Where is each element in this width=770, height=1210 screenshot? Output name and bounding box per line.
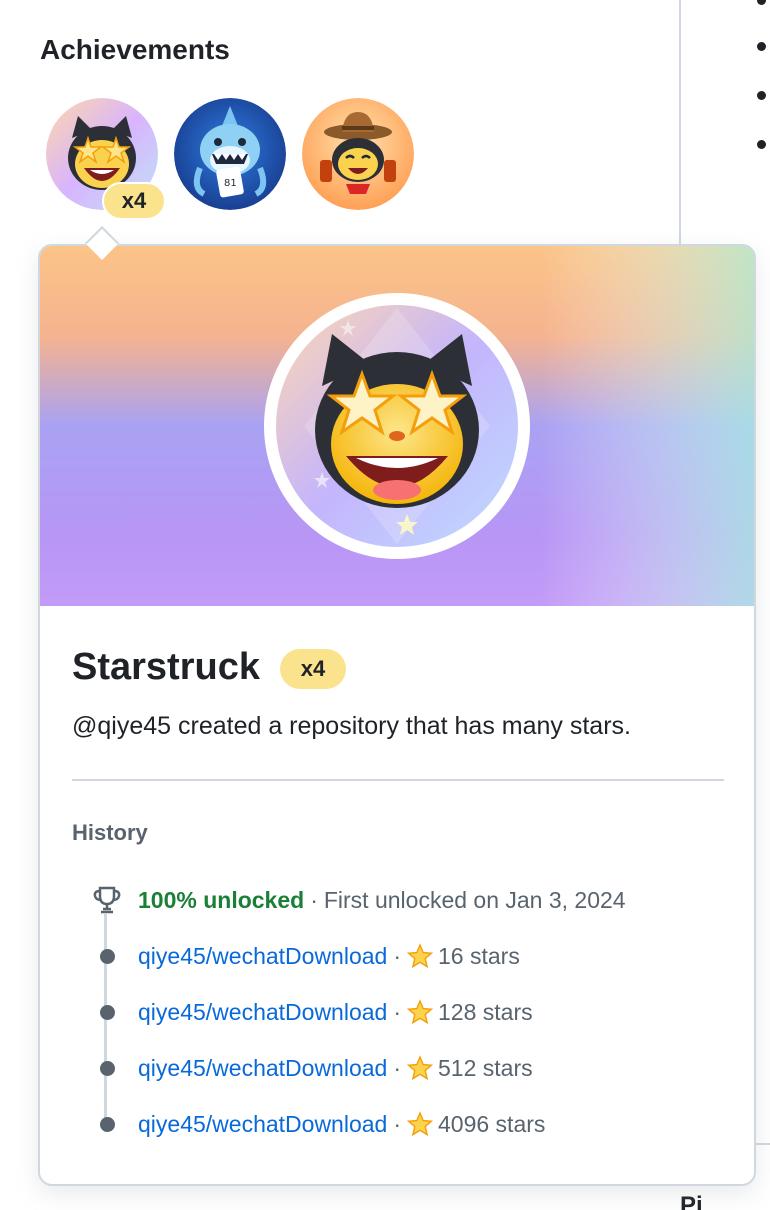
divider bbox=[72, 779, 724, 781]
bullet bbox=[757, 91, 766, 100]
achievement-badge-cowboy[interactable] bbox=[302, 98, 414, 210]
repo-link[interactable]: qiye45/wechatDownload bbox=[138, 1055, 387, 1082]
bullet bbox=[757, 0, 766, 5]
section-heading-fragment: Pi bbox=[680, 1192, 703, 1210]
shark-icon: 81 bbox=[174, 98, 286, 210]
star-emoji-icon bbox=[407, 1111, 433, 1137]
star-count: 512 stars bbox=[438, 1054, 533, 1081]
separator: · bbox=[393, 998, 401, 1025]
separator: · bbox=[393, 1110, 401, 1137]
timeline-dot bbox=[99, 948, 115, 964]
history-entry: qiye45/wechatDownload · 512 stars bbox=[86, 1051, 533, 1085]
star-emoji-icon bbox=[407, 1055, 433, 1081]
timeline-dot bbox=[99, 1004, 115, 1020]
history-unlock-row: 100% unlocked · First unlocked on Jan 3,… bbox=[86, 883, 626, 917]
achievements-page: Pi Achievements x4 81 Starstruck x4 @qiy… bbox=[0, 0, 770, 1210]
bullet bbox=[757, 42, 766, 51]
history-entry: qiye45/wechatDownload · 16 stars bbox=[86, 939, 520, 973]
timeline-dot bbox=[99, 1116, 115, 1132]
star-count: 4096 stars bbox=[438, 1110, 546, 1137]
repo-link[interactable]: qiye45/wechatDownload bbox=[138, 1111, 387, 1138]
separator: · bbox=[310, 886, 318, 913]
achievement-title: Starstruck bbox=[72, 646, 260, 688]
unlock-date: First unlocked on Jan 3, 2024 bbox=[323, 886, 626, 913]
achievements-title: Achievements bbox=[40, 34, 230, 65]
svg-text:81: 81 bbox=[224, 178, 237, 189]
star-emoji-icon bbox=[407, 943, 433, 969]
timeline-dot bbox=[99, 1060, 115, 1076]
achievement-description: @qiye45 created a repository that has ma… bbox=[72, 712, 631, 740]
star-count: 128 stars bbox=[438, 998, 533, 1025]
history-entry: qiye45/wechatDownload · 4096 stars bbox=[86, 1107, 545, 1141]
separator: · bbox=[393, 942, 401, 969]
bullet bbox=[757, 140, 766, 149]
cowboy-cat-icon bbox=[302, 98, 414, 210]
history-entry: qiye45/wechatDownload · 128 stars bbox=[86, 995, 533, 1029]
repo-link[interactable]: qiye45/wechatDownload bbox=[138, 943, 387, 970]
repo-link[interactable]: qiye45/wechatDownload bbox=[138, 999, 387, 1026]
starstruck-hero-icon bbox=[40, 246, 754, 606]
badge-count-pill: x4 bbox=[102, 182, 166, 220]
achievement-count-pill: x4 bbox=[280, 649, 346, 689]
star-count: 16 stars bbox=[438, 942, 520, 969]
unlock-status: 100% unlocked bbox=[138, 886, 305, 913]
column-divider bbox=[679, 0, 681, 245]
separator: · bbox=[393, 1054, 401, 1081]
star-emoji-icon bbox=[407, 999, 433, 1025]
trophy-icon bbox=[86, 883, 128, 917]
achievement-hero bbox=[40, 246, 754, 606]
history-heading: History bbox=[72, 820, 148, 845]
achievement-popover: Starstruck x4 @qiye45 created a reposito… bbox=[38, 244, 756, 1186]
achievement-badge-shark[interactable]: 81 bbox=[174, 98, 286, 210]
